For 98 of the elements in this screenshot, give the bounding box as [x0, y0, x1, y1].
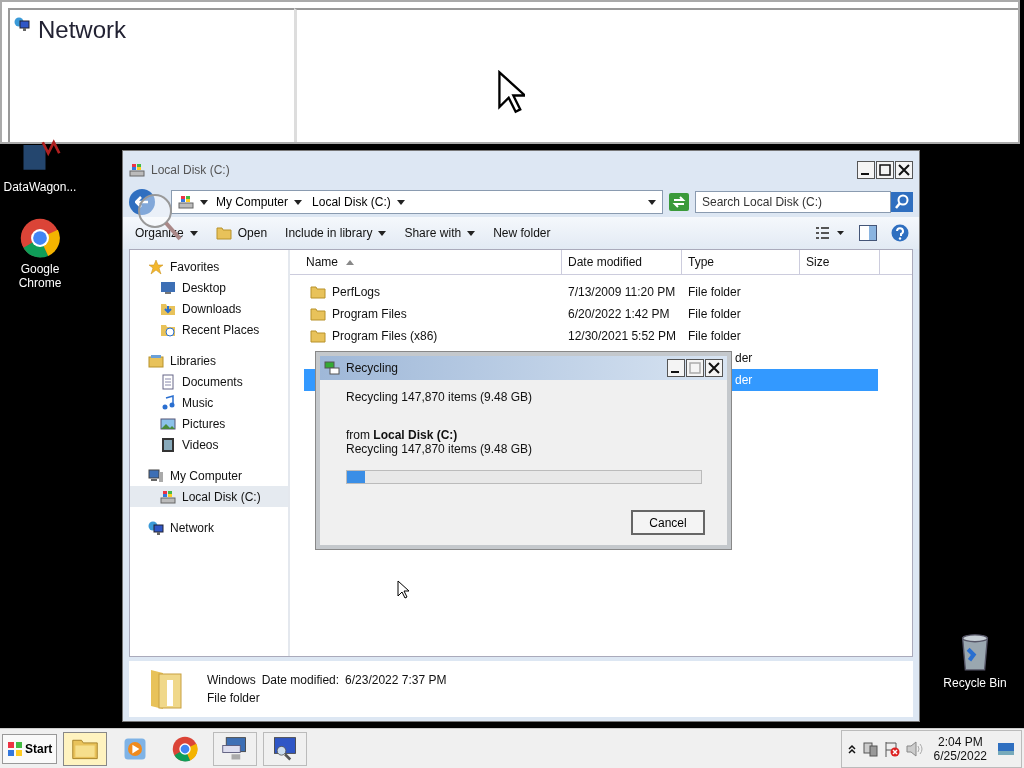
desktop-icon-label[interactable]: Google Chrome [0, 262, 80, 290]
chrome-icon [18, 216, 62, 260]
back-button[interactable] [129, 189, 155, 215]
caret-icon [396, 199, 405, 205]
nav-item[interactable]: Desktop [130, 277, 288, 298]
file-row[interactable]: Program Files (x86) 12/30/2021 5:52 PM File folder [304, 325, 878, 347]
disk-icon [178, 194, 194, 210]
date-value: 6/23/2022 7:37 PM [345, 673, 447, 687]
nav-item[interactable]: Documents [130, 371, 288, 392]
star-icon [148, 258, 164, 275]
desktop-icon-label[interactable]: DataWagon... [3, 180, 77, 194]
music-icon [160, 394, 176, 411]
nav-item[interactable]: Pictures [130, 413, 288, 434]
close-icon[interactable] [705, 359, 723, 377]
breadcrumb[interactable]: Local Disk (C:) [310, 195, 407, 209]
file-row[interactable]: Program Files 6/20/2022 1:42 PM File folder [304, 303, 878, 325]
table-cell-text: File folder [687, 285, 741, 299]
status-text: Recycling 147,870 items (9.48 GB) [346, 442, 534, 456]
network-icon[interactable] [861, 740, 878, 757]
windows-flag-icon [7, 740, 23, 757]
toolbar-button[interactable]: Open [213, 224, 270, 242]
close-icon[interactable] [895, 161, 913, 179]
transfer-icon [324, 361, 340, 375]
time-text: 2:04 PM [937, 734, 983, 749]
clock[interactable]: 2:04 PM 6/25/2022 [929, 734, 991, 763]
desktop-icon-label[interactable]: Recycle Bin [943, 676, 1007, 690]
nav-item[interactable]: Favorites [130, 256, 288, 277]
nav-item[interactable]: Videos [130, 434, 288, 455]
maximize-icon[interactable] [686, 359, 704, 377]
pointer-cursor-icon [397, 580, 409, 599]
search-field[interactable]: Search Local Disk (C:) [695, 191, 891, 213]
minimize-icon[interactable] [667, 359, 685, 377]
file-row[interactable]: PerfLogs 7/13/2009 11:20 PM File folder [304, 281, 878, 303]
taskbar-button[interactable] [213, 731, 258, 766]
table-cell-text: File folder [687, 307, 741, 321]
dialog-title: Recycling [346, 361, 400, 375]
maximize-icon[interactable] [876, 161, 894, 179]
table-cell: Program Files (x86) [332, 329, 438, 343]
picture-icon [160, 415, 176, 432]
address-bar[interactable]: My Computer Local Disk (C:) [171, 190, 663, 214]
flag-icon[interactable] [883, 740, 900, 757]
pointer-cursor-icon [497, 70, 525, 114]
back-arrow-icon [135, 196, 149, 208]
source-text: from Local Disk (C:) [346, 428, 459, 442]
library-icon [148, 352, 164, 369]
toolbar-button[interactable]: Include in library [283, 224, 389, 242]
toolbar-button[interactable]: New folder [491, 224, 553, 242]
taskbar-button[interactable] [63, 731, 108, 766]
nav-item[interactable]: Network [130, 517, 288, 538]
folder-icon [310, 307, 326, 321]
chrome-icon [171, 734, 200, 763]
caret-icon [200, 199, 208, 205]
video-icon [160, 436, 176, 453]
nav-item[interactable]: My Computer [130, 465, 288, 486]
view-options-icon[interactable] [815, 226, 845, 240]
disk-icon [129, 162, 145, 178]
nav-item[interactable]: Music [130, 392, 288, 413]
show-desktop-icon[interactable] [997, 740, 1015, 757]
start-button[interactable]: Start [2, 733, 58, 764]
refresh-icon[interactable] [669, 193, 689, 211]
table-cell: PerfLogs [332, 285, 381, 299]
minimize-icon[interactable] [857, 161, 875, 179]
table-cell: Program Files [332, 307, 407, 321]
computer-icon [148, 467, 164, 484]
network-icon [148, 519, 164, 536]
caret-icon [294, 199, 303, 205]
nav-item[interactable]: Local Disk (C:) [130, 486, 288, 507]
table-cell-text: 12/30/2021 5:52 PM [567, 329, 678, 343]
taskbar-button[interactable] [263, 731, 308, 766]
toolbar-button[interactable]: Share with [402, 224, 478, 242]
search-icon[interactable] [891, 192, 913, 212]
date-label: Date modified: [261, 673, 340, 687]
preview-pane-icon[interactable] [859, 225, 877, 241]
nav-item[interactable]: Downloads [130, 298, 288, 319]
folder-icon [310, 329, 326, 343]
open-folder-icon [215, 226, 232, 240]
file-name: Windows [207, 673, 256, 687]
folder-icon [310, 285, 326, 299]
disk-icon [160, 488, 176, 505]
document-icon [160, 373, 176, 390]
nav-item[interactable]: Recent Places [130, 319, 288, 340]
table-cell-text: 7/13/2009 11:20 PM [567, 285, 677, 299]
caret-icon [648, 199, 656, 205]
cancel-button[interactable]: Cancel [631, 510, 705, 535]
help-icon[interactable] [891, 224, 909, 242]
nav-item[interactable]: Libraries [130, 350, 288, 371]
file-type: File folder [207, 691, 261, 705]
date-text: 6/25/2022 [933, 748, 987, 763]
status-text: Recycling 147,870 items (9.48 GB) [346, 390, 534, 404]
desktop-icon [160, 279, 176, 296]
chevron-up-icon[interactable] [847, 743, 856, 754]
window-title: Local Disk (C:) [151, 163, 231, 177]
table-cell-text: der [734, 373, 753, 387]
window-title: Network [38, 16, 127, 44]
breadcrumb[interactable]: My Computer [214, 195, 305, 209]
network-icon [14, 16, 30, 32]
table-cell-text: File folder [687, 329, 741, 343]
table-cell-text: 6/20/2022 1:42 PM [567, 307, 671, 321]
